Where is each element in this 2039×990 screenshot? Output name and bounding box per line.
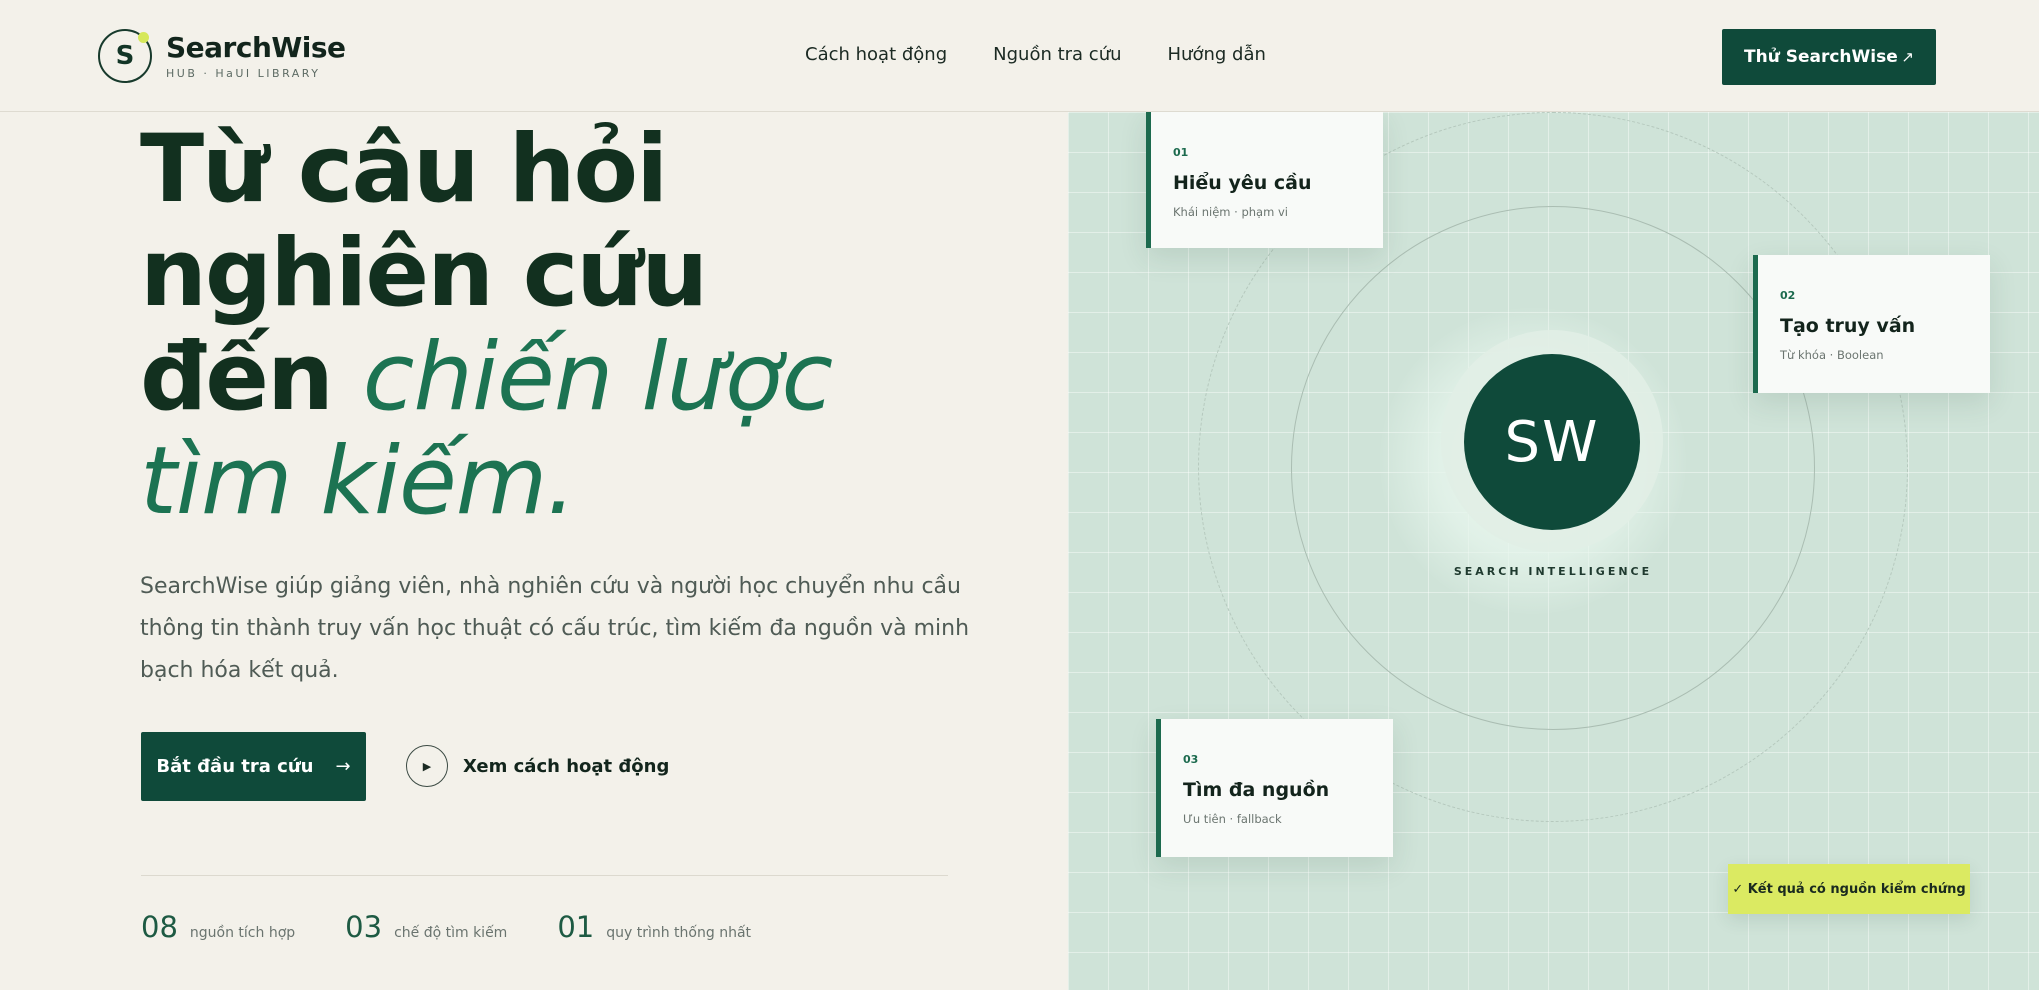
hero-title-line1: Từ câu hỏi nghiên cứu — [140, 115, 708, 328]
logo-accent-dot — [138, 32, 149, 43]
try-searchwise-label: Thử SearchWise — [1744, 47, 1898, 67]
step-number: 02 — [1780, 289, 1796, 302]
stat-label: chế độ tìm kiếm — [394, 925, 508, 941]
step-title: Hiểu yêu cầu — [1173, 172, 1312, 194]
hero-title: Từ câu hỏi nghiên cứu đến chiến lược tìm… — [140, 118, 1000, 534]
stat-sources: 08 nguồn tích hợp — [141, 910, 295, 944]
logo-mark-icon: S — [98, 29, 152, 83]
step-card-multisource: 03 Tìm đa nguồn Ưu tiên · fallback — [1156, 719, 1393, 857]
try-searchwise-button[interactable]: Thử SearchWise ↗ — [1722, 29, 1936, 85]
watch-how-it-works-label: Xem cách hoạt động — [463, 755, 670, 777]
stat-value: 08 — [141, 910, 178, 944]
step-meta: Khái niệm · phạm vi — [1173, 205, 1288, 219]
nav-how-it-works[interactable]: Cách hoạt động — [805, 44, 947, 65]
stat-modes: 03 chế độ tìm kiếm — [345, 910, 507, 944]
hero-title-prefix: đến — [140, 323, 363, 432]
step-meta: Từ khóa · Boolean — [1780, 348, 1884, 362]
sw-core-badge: SW — [1464, 354, 1640, 530]
step-title: Tìm đa nguồn — [1183, 779, 1330, 801]
brand-name: SearchWise — [166, 31, 346, 64]
verified-results-badge: ✓ Kết quả có nguồn kiểm chứng — [1728, 864, 1970, 914]
start-search-button[interactable]: Bắt đầu tra cứu → — [141, 732, 366, 801]
core-caption: SEARCH INTELLIGENCE — [1453, 565, 1653, 578]
stats-row: 08 nguồn tích hợp 03 chế độ tìm kiếm 01 … — [141, 910, 751, 944]
main-nav: Cách hoạt động Nguồn tra cứu Hướng dẫn — [805, 44, 1266, 65]
hero-description: SearchWise giúp giảng viên, nhà nghiên c… — [140, 574, 970, 683]
step-title: Tạo truy vấn — [1780, 315, 1916, 337]
step-number: 01 — [1173, 146, 1189, 159]
watch-how-it-works-button[interactable]: ▶ Xem cách hoạt động — [406, 745, 669, 787]
nav-sources[interactable]: Nguồn tra cứu — [993, 44, 1121, 65]
step-meta: Ưu tiên · fallback — [1183, 812, 1282, 826]
stat-value: 01 — [557, 910, 595, 944]
top-header: S SearchWise HUB · HaUI LIBRARY Cách hoạ… — [0, 0, 2039, 112]
start-search-label: Bắt đầu tra cứu — [156, 756, 314, 777]
stat-label: nguồn tích hợp — [189, 925, 296, 941]
stat-label: quy trình thống nhất — [606, 925, 752, 941]
nav-guide[interactable]: Hướng dẫn — [1168, 44, 1266, 65]
landing-page: S SearchWise HUB · HaUI LIBRARY Cách hoạ… — [0, 0, 2039, 990]
logo-letter: S — [115, 41, 135, 71]
step-card-understand: 01 Hiểu yêu cầu Khái niệm · phạm vi — [1146, 112, 1383, 248]
stat-process: 01 quy trình thống nhất — [557, 910, 751, 944]
brand-subtitle: HUB · HaUI LIBRARY — [166, 67, 321, 80]
play-icon: ▶ — [406, 745, 448, 787]
step-number: 03 — [1183, 753, 1199, 766]
stat-value: 03 — [345, 910, 383, 944]
process-visual-panel: SW SEARCH INTELLIGENCE 01 Hiểu yêu cầu K… — [1068, 112, 2039, 990]
arrow-right-icon: → — [335, 756, 351, 777]
arrow-up-right-icon: ↗ — [1901, 48, 1914, 66]
step-card-query: 02 Tạo truy vấn Từ khóa · Boolean — [1753, 255, 1990, 393]
stats-divider — [141, 875, 948, 876]
brand-logo[interactable]: S SearchWise HUB · HaUI LIBRARY — [98, 29, 346, 83]
logo-text: SearchWise HUB · HaUI LIBRARY — [166, 31, 346, 81]
